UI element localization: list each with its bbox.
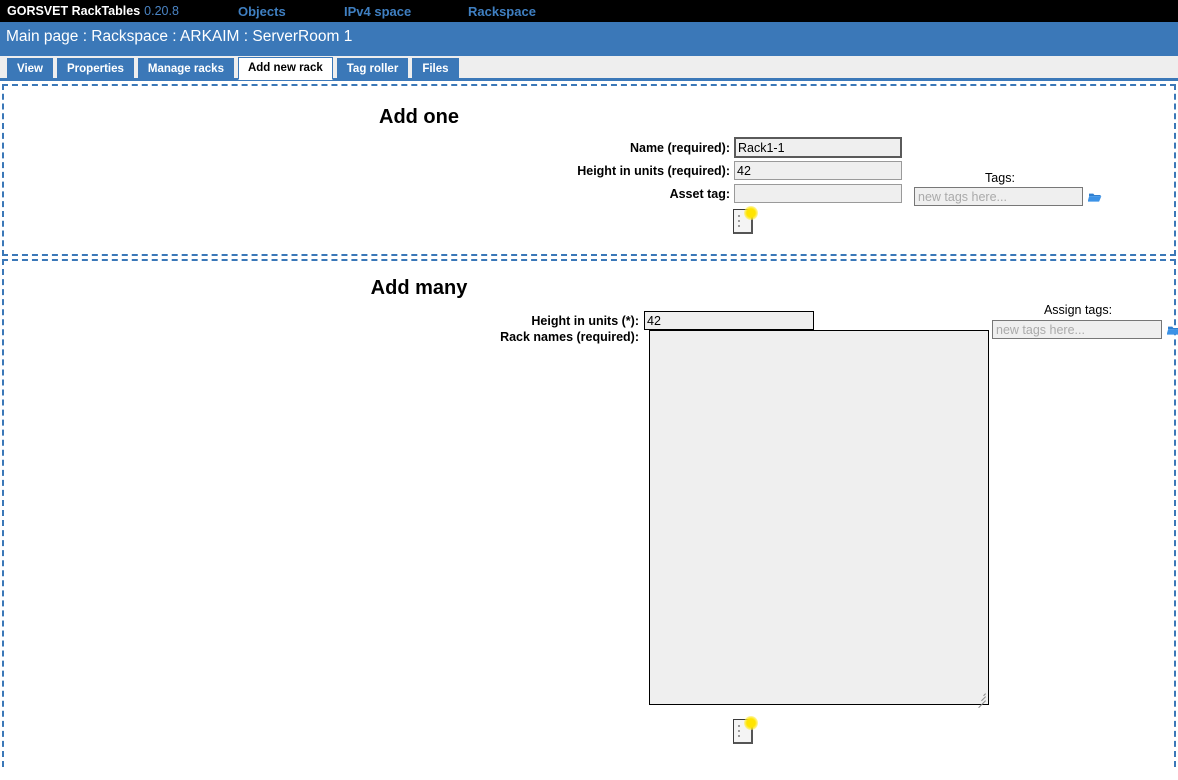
tags-label: Tags: (985, 171, 1015, 185)
tab-files[interactable]: Files (412, 58, 459, 80)
rack-names-label-row: Rack names (required): (4, 330, 644, 344)
top-navigation-bar: GORSVET RackTables 0.20.8 Objects IPv4 sp… (0, 0, 1178, 22)
brand-title: GORSVET RackTables 0.20.8 (0, 4, 179, 18)
nav-link-ipv4-space[interactable]: IPv4 space (344, 4, 411, 19)
assign-tags-input[interactable] (992, 320, 1162, 339)
tab-properties[interactable]: Properties (57, 58, 134, 80)
name-label: Name (required): (629, 140, 730, 155)
rack-names-area-wrap (649, 330, 989, 709)
tab-bar: View Properties Manage racks Add new rac… (0, 53, 1178, 81)
add-one-submit-wrap (731, 206, 758, 241)
add-many-tags-block: Assign tags: (992, 303, 1178, 339)
form-row-name: Name (required): (4, 136, 1174, 159)
add-one-submit-button[interactable] (731, 206, 758, 236)
spark-glow-icon (744, 206, 758, 220)
asset-tag-label: Asset tag: (669, 186, 730, 201)
open-folder-icon[interactable] (1088, 191, 1102, 203)
add-one-panel: Add one Name (required): Height in units… (2, 84, 1176, 256)
height-input[interactable] (734, 161, 902, 180)
many-height-input[interactable] (644, 311, 814, 330)
rack-names-label: Rack names (required): (500, 330, 639, 344)
spark-glow-icon (744, 716, 758, 730)
add-many-submit-wrap (731, 716, 758, 751)
assign-tags-label: Assign tags: (1043, 303, 1113, 317)
open-folder-icon[interactable] (1167, 324, 1178, 336)
tags-input[interactable] (914, 187, 1083, 206)
assign-tags-input-row (992, 320, 1178, 339)
tab-add-new-rack[interactable]: Add new rack (237, 57, 333, 80)
add-one-tags-block: Tags: (914, 171, 1102, 206)
form-row-many-height: Height in units (*): (4, 311, 814, 330)
nav-link-objects[interactable]: Objects (238, 4, 286, 19)
add-many-panel: Add many Height in units (*): Assign tag… (2, 259, 1178, 767)
breadcrumb: Main page : Rackspace : ARKAIM : ServerR… (0, 22, 1178, 53)
asset-tag-input[interactable] (734, 184, 902, 203)
add-many-title: Add many (370, 277, 468, 299)
version-label: 0.20.8 (144, 4, 179, 18)
name-input[interactable] (734, 137, 902, 158)
rack-names-textarea[interactable] (649, 330, 989, 705)
tab-tag-roller[interactable]: Tag roller (336, 58, 409, 80)
tags-input-row (914, 187, 1102, 206)
tab-view[interactable]: View (7, 58, 53, 80)
tab-manage-racks[interactable]: Manage racks (137, 58, 234, 80)
add-one-title: Add one (379, 106, 459, 128)
brand-name: GORSVET RackTables (7, 4, 141, 18)
add-many-submit-button[interactable] (731, 716, 758, 746)
nav-link-rackspace[interactable]: Rackspace (468, 4, 536, 19)
height-label: Height in units (required): (577, 163, 730, 178)
many-height-label: Height in units (*): (531, 313, 639, 328)
